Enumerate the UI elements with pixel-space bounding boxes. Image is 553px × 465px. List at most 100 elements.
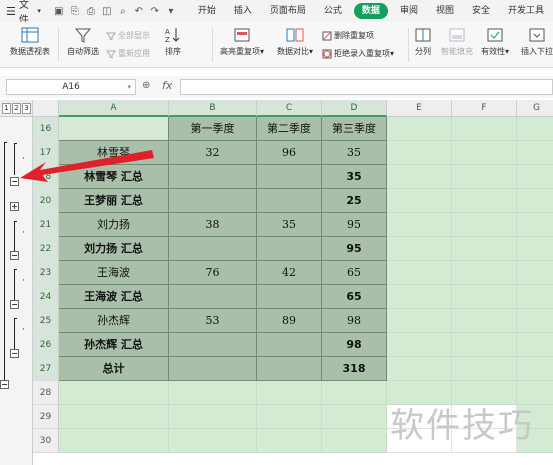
remove-duplicates-button[interactable]: 删除重复项 xyxy=(322,30,374,41)
table-cell[interactable] xyxy=(169,165,257,189)
insert-dropdown-button[interactable]: 插入下拉 xyxy=(516,24,553,57)
empty-cell[interactable] xyxy=(517,213,553,237)
table-cell[interactable]: 35 xyxy=(257,213,322,237)
table-cell[interactable]: 95 xyxy=(322,213,387,237)
table-cell[interactable]: 刘力扬 xyxy=(59,213,169,237)
empty-cell[interactable] xyxy=(257,405,322,429)
empty-cell[interactable] xyxy=(452,237,517,261)
row-header[interactable]: 28 xyxy=(33,381,59,405)
table-cell[interactable]: 95 xyxy=(322,237,387,261)
zoom-search-icon[interactable]: ⊕ xyxy=(142,80,150,91)
table-cell[interactable]: 35 xyxy=(322,165,387,189)
row-header[interactable]: 24 xyxy=(33,285,59,309)
table-cell[interactable] xyxy=(257,357,322,381)
empty-cell[interactable] xyxy=(517,333,553,357)
table-cell[interactable] xyxy=(169,237,257,261)
empty-cell[interactable] xyxy=(517,357,553,381)
data-compare-button[interactable]: 数据对比▾ xyxy=(272,24,318,57)
table-cell[interactable]: 32 xyxy=(169,141,257,165)
outline-level-2-button[interactable]: 2 xyxy=(12,103,21,114)
empty-cell[interactable] xyxy=(387,261,452,285)
tab-data[interactable]: 数据 xyxy=(353,3,388,19)
save-icon[interactable]: ▣ xyxy=(51,6,67,17)
row-header[interactable]: 26 xyxy=(33,333,59,357)
table-cell[interactable]: 42 xyxy=(257,261,322,285)
empty-cell[interactable] xyxy=(517,261,553,285)
empty-cell[interactable] xyxy=(387,189,452,213)
row-header[interactable]: 29 xyxy=(33,405,59,429)
export-icon[interactable]: ⎘ xyxy=(67,6,83,17)
empty-cell[interactable] xyxy=(387,117,452,141)
row-header[interactable]: 16 xyxy=(33,117,59,141)
column-header-a[interactable]: A xyxy=(59,100,169,117)
pivot-table-button[interactable]: 数据透视表 xyxy=(6,24,54,57)
row-header[interactable]: 18 xyxy=(33,165,59,189)
empty-cell[interactable] xyxy=(322,381,387,405)
column-header-e[interactable]: E xyxy=(387,100,452,117)
tab-review[interactable]: 审阅 xyxy=(391,0,427,22)
table-cell[interactable]: 65 xyxy=(322,261,387,285)
tab-developer[interactable]: 开发工具 xyxy=(499,0,553,22)
table-cell[interactable]: 刘力扬 汇总 xyxy=(59,237,169,261)
empty-cell[interactable] xyxy=(517,309,553,333)
table-cell[interactable]: 王海波 汇总 xyxy=(59,285,169,309)
table-cell[interactable]: 林雪琴 汇总 xyxy=(59,165,169,189)
empty-cell[interactable] xyxy=(452,261,517,285)
table-cell[interactable]: 318 xyxy=(322,357,387,381)
tab-security[interactable]: 安全 xyxy=(463,0,499,22)
row-header[interactable]: 20 xyxy=(33,189,59,213)
empty-cell[interactable] xyxy=(257,429,322,453)
row-header[interactable]: 30 xyxy=(33,429,59,453)
table-cell[interactable] xyxy=(257,237,322,261)
empty-cell[interactable] xyxy=(452,357,517,381)
chevron-down-icon[interactable]: ▾ xyxy=(127,80,131,94)
more-icon[interactable]: ▾ xyxy=(163,6,179,17)
row-header[interactable]: 27 xyxy=(33,357,59,381)
empty-cell[interactable] xyxy=(387,285,452,309)
table-cell[interactable]: 35 xyxy=(322,141,387,165)
tab-insert[interactable]: 插入 xyxy=(225,0,261,22)
empty-cell[interactable] xyxy=(517,237,553,261)
empty-cell[interactable] xyxy=(387,213,452,237)
outline-level-3-button[interactable]: 3 xyxy=(22,103,31,114)
empty-cell[interactable] xyxy=(387,357,452,381)
table-cell[interactable] xyxy=(257,165,322,189)
table-cell[interactable]: 总计 xyxy=(59,357,169,381)
highlight-duplicates-button[interactable]: 高亮重复项▾ xyxy=(214,24,270,57)
row-header[interactable]: 21 xyxy=(33,213,59,237)
collapse-level1-button[interactable]: − xyxy=(0,380,9,389)
table-cell[interactable] xyxy=(169,189,257,213)
empty-cell[interactable] xyxy=(452,333,517,357)
table-cell[interactable] xyxy=(257,285,322,309)
empty-cell[interactable] xyxy=(517,189,553,213)
empty-cell[interactable] xyxy=(452,141,517,165)
row-header[interactable]: 22 xyxy=(33,237,59,261)
table-cell[interactable] xyxy=(257,333,322,357)
table-cell[interactable]: 89 xyxy=(257,309,322,333)
tab-page-layout[interactable]: 页面布局 xyxy=(261,0,315,22)
expand-group-button[interactable]: + xyxy=(10,202,19,211)
empty-cell[interactable] xyxy=(257,381,322,405)
print-preview-icon[interactable]: ◫ xyxy=(99,6,115,17)
empty-cell[interactable] xyxy=(59,429,169,453)
table-cell[interactable]: 第一季度 xyxy=(169,117,257,141)
table-cell[interactable]: 王海波 xyxy=(59,261,169,285)
outline-level-1-button[interactable]: 1 xyxy=(2,103,11,114)
show-all-button[interactable]: 全部显示 xyxy=(106,30,150,41)
column-header-b[interactable]: B xyxy=(169,100,257,117)
empty-cell[interactable] xyxy=(517,165,553,189)
print-icon[interactable]: ⎙ xyxy=(83,6,99,17)
table-cell[interactable]: 第二季度 xyxy=(257,117,322,141)
empty-cell[interactable] xyxy=(387,237,452,261)
table-cell[interactable]: 25 xyxy=(322,189,387,213)
empty-cell[interactable] xyxy=(387,333,452,357)
tab-formulas[interactable]: 公式 xyxy=(315,0,351,22)
column-header-f[interactable]: F xyxy=(452,100,517,117)
undo-icon[interactable]: ↶ xyxy=(131,6,147,17)
format-painter-icon[interactable]: ⌕ xyxy=(115,6,131,17)
table-cell[interactable]: 98 xyxy=(322,309,387,333)
empty-cell[interactable] xyxy=(452,117,517,141)
table-cell[interactable]: 98 xyxy=(322,333,387,357)
table-cell[interactable]: 65 xyxy=(322,285,387,309)
empty-cell[interactable] xyxy=(322,429,387,453)
